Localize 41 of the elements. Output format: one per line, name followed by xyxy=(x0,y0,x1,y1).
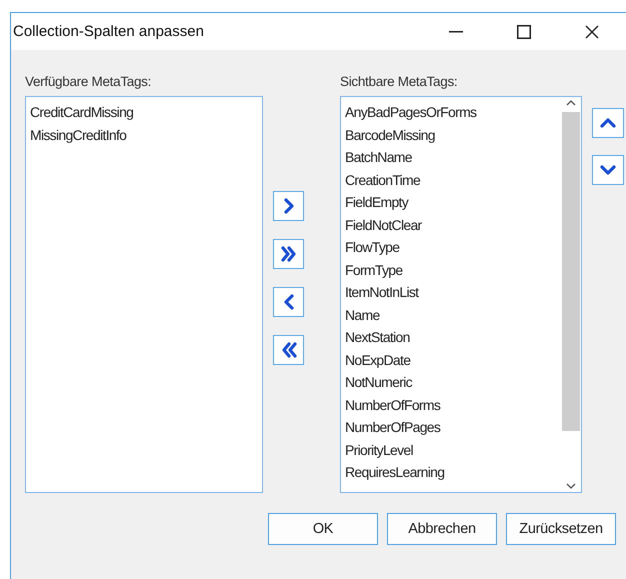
scroll-down-icon xyxy=(566,483,576,489)
list-item[interactable]: RequiresLearning xyxy=(345,461,444,484)
available-label: Verfügbare MetaTags: xyxy=(25,74,152,91)
scroll-up-icon xyxy=(566,100,576,106)
maximize-icon xyxy=(517,24,531,38)
list-item[interactable]: NoExpDate xyxy=(345,348,410,371)
list-item[interactable]: NotNumeric xyxy=(345,371,412,394)
list-item[interactable]: BatchName xyxy=(345,146,412,168)
list-item[interactable]: MissingCreditInfo xyxy=(30,124,126,146)
list-item[interactable]: PriorityLevel xyxy=(345,438,413,461)
list-item[interactable]: FieldEmpty xyxy=(345,191,408,214)
double-chevron-left-icon xyxy=(280,341,298,359)
list-item[interactable]: ItemNotInList xyxy=(345,281,418,304)
list-item[interactable]: BarcodeMissing xyxy=(345,124,435,146)
list-item[interactable]: NextStation xyxy=(345,326,410,348)
move-up-button[interactable] xyxy=(592,108,624,138)
list-item[interactable]: NumberOfForms xyxy=(345,394,440,416)
remove-button[interactable] xyxy=(273,287,304,317)
list-item[interactable]: FieldNotClear xyxy=(345,214,422,236)
list-item[interactable]: CreditCardMissing xyxy=(30,101,134,124)
remove-all-button[interactable] xyxy=(273,335,304,365)
dialog-button[interactable]: OK xyxy=(268,513,378,545)
minimize-icon xyxy=(449,30,463,32)
list-item[interactable]: FormType xyxy=(345,258,402,281)
list-item[interactable]: Name xyxy=(345,304,380,326)
close-icon xyxy=(585,24,599,38)
add-button[interactable] xyxy=(273,191,304,221)
visible-label: Sichtbare MetaTags: xyxy=(340,74,458,91)
list-item[interactable]: NumberOfPages xyxy=(345,416,440,438)
scrollbar-thumb[interactable] xyxy=(562,112,580,431)
list-item[interactable]: AnyBadPagesOrForms xyxy=(345,101,476,124)
dialog-button[interactable]: Abbrechen xyxy=(387,513,497,545)
list-item[interactable]: FlowType xyxy=(345,236,400,258)
add-all-button[interactable] xyxy=(273,239,304,269)
visible-list[interactable] xyxy=(340,96,582,493)
list-item[interactable]: CreationTime xyxy=(345,168,420,191)
window-title: Collection-Spalten anpassen xyxy=(13,23,205,40)
dialog-button[interactable]: Zurücksetzen xyxy=(506,513,616,545)
double-chevron-right-icon xyxy=(280,245,298,263)
move-down-button[interactable] xyxy=(592,155,624,185)
available-list[interactable]: CreditCardMissing MissingCreditInfo xyxy=(25,96,263,493)
